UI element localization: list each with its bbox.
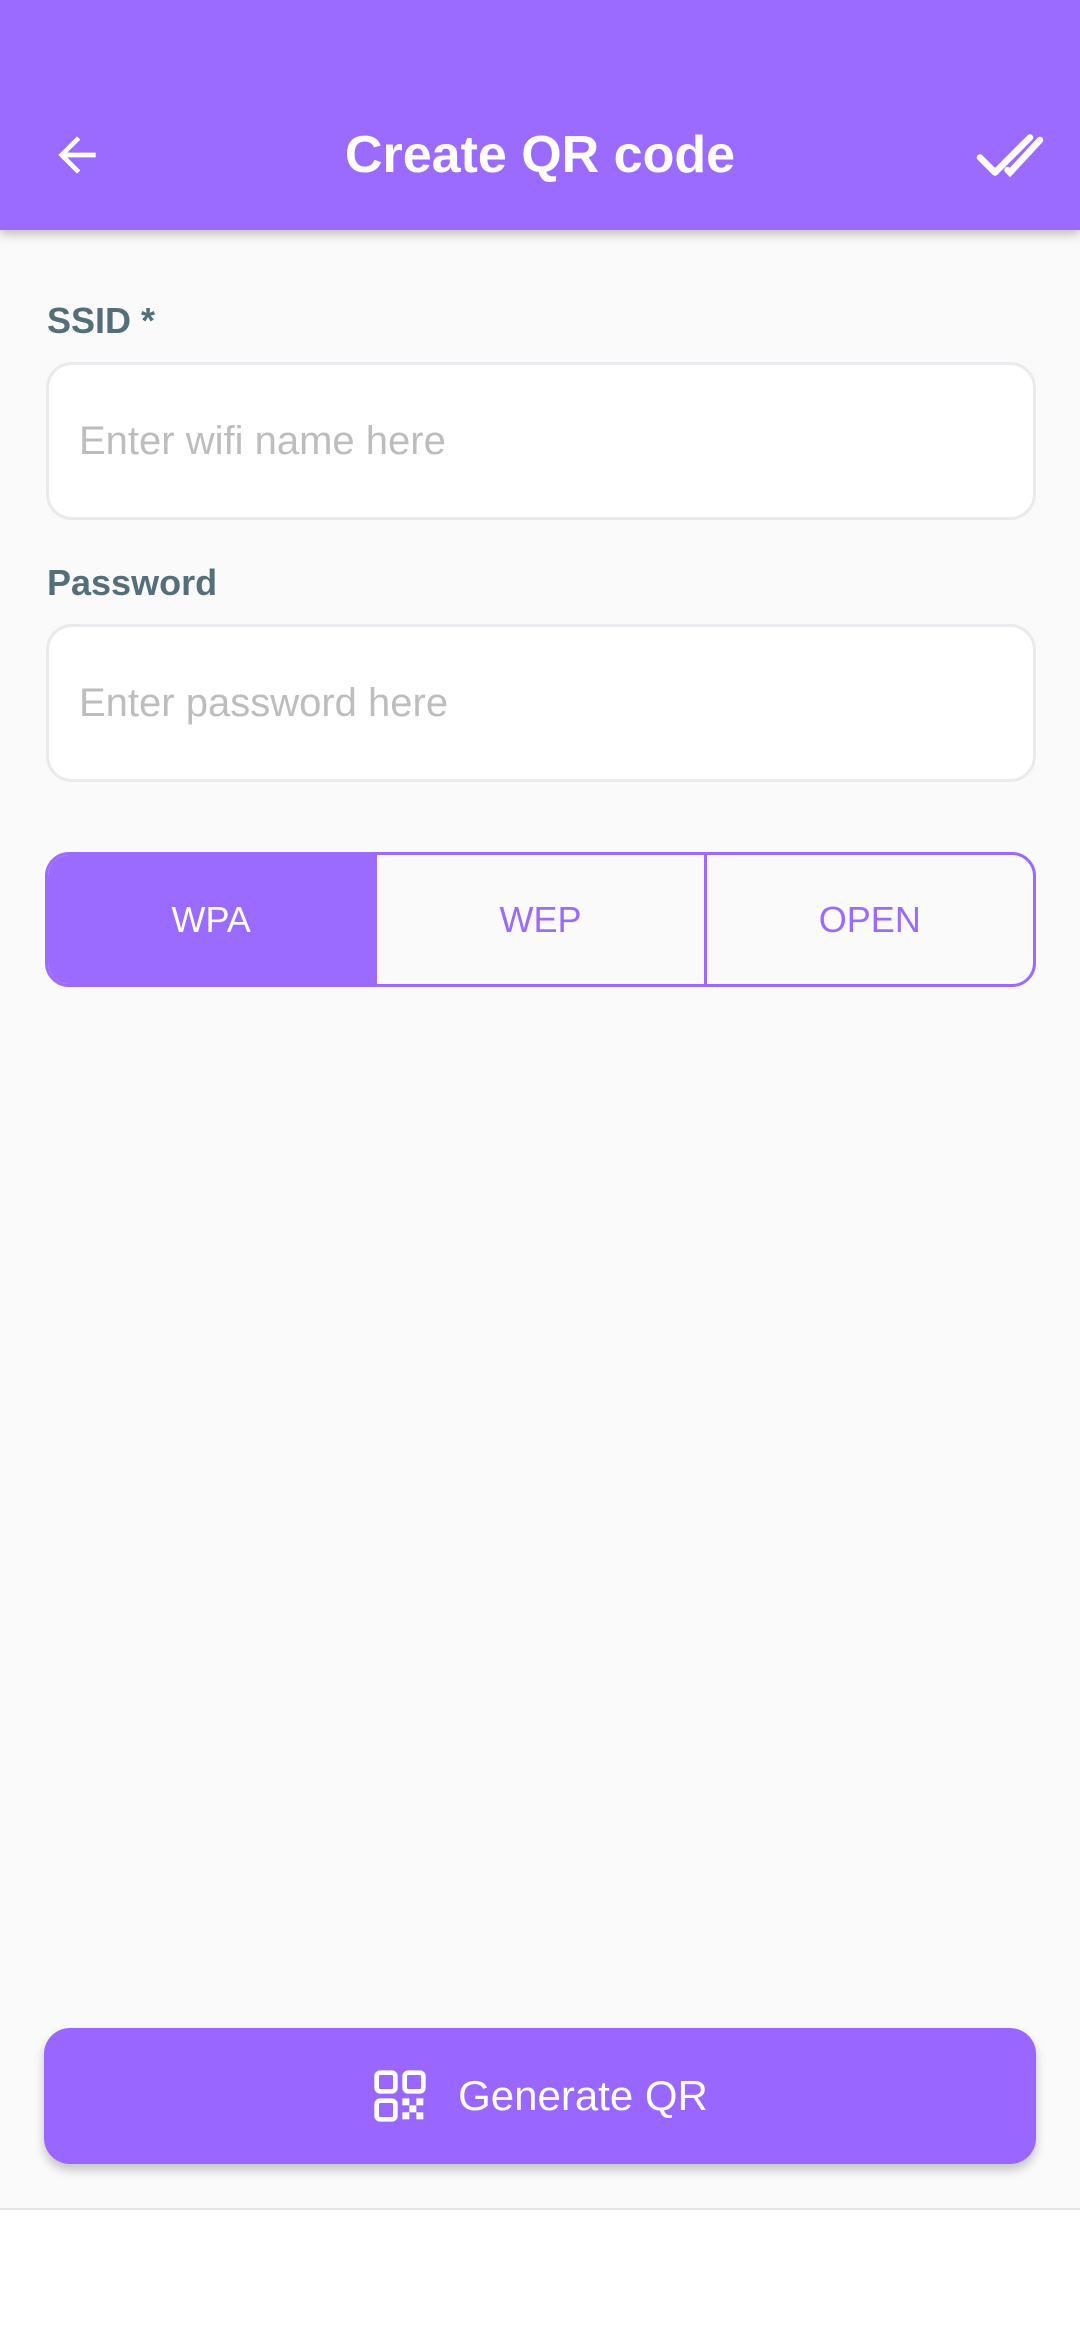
app-bar: Create QR code [0, 0, 1080, 230]
security-type-selector: WPA WEP OPEN [45, 852, 1036, 987]
ssid-label: SSID * [47, 300, 156, 341]
bottom-area [0, 2210, 1080, 2340]
security-option-wpa[interactable]: WPA [48, 855, 378, 984]
ssid-input[interactable] [79, 418, 1033, 464]
page-title: Create QR code [344, 126, 736, 184]
password-field[interactable] [46, 624, 1036, 782]
password-input[interactable] [79, 680, 1033, 726]
security-option-open[interactable]: OPEN [707, 855, 1033, 984]
security-option-wep[interactable]: WEP [377, 855, 707, 984]
double-check-icon [976, 134, 1044, 178]
done-button[interactable] [970, 120, 1050, 190]
ssid-field[interactable] [46, 362, 1036, 520]
qr-code-icon [374, 2070, 426, 2122]
generate-qr-label: Generate QR [458, 2072, 708, 2119]
generate-qr-button[interactable]: Generate QR [44, 2028, 1036, 2164]
password-label: Password [47, 562, 218, 603]
